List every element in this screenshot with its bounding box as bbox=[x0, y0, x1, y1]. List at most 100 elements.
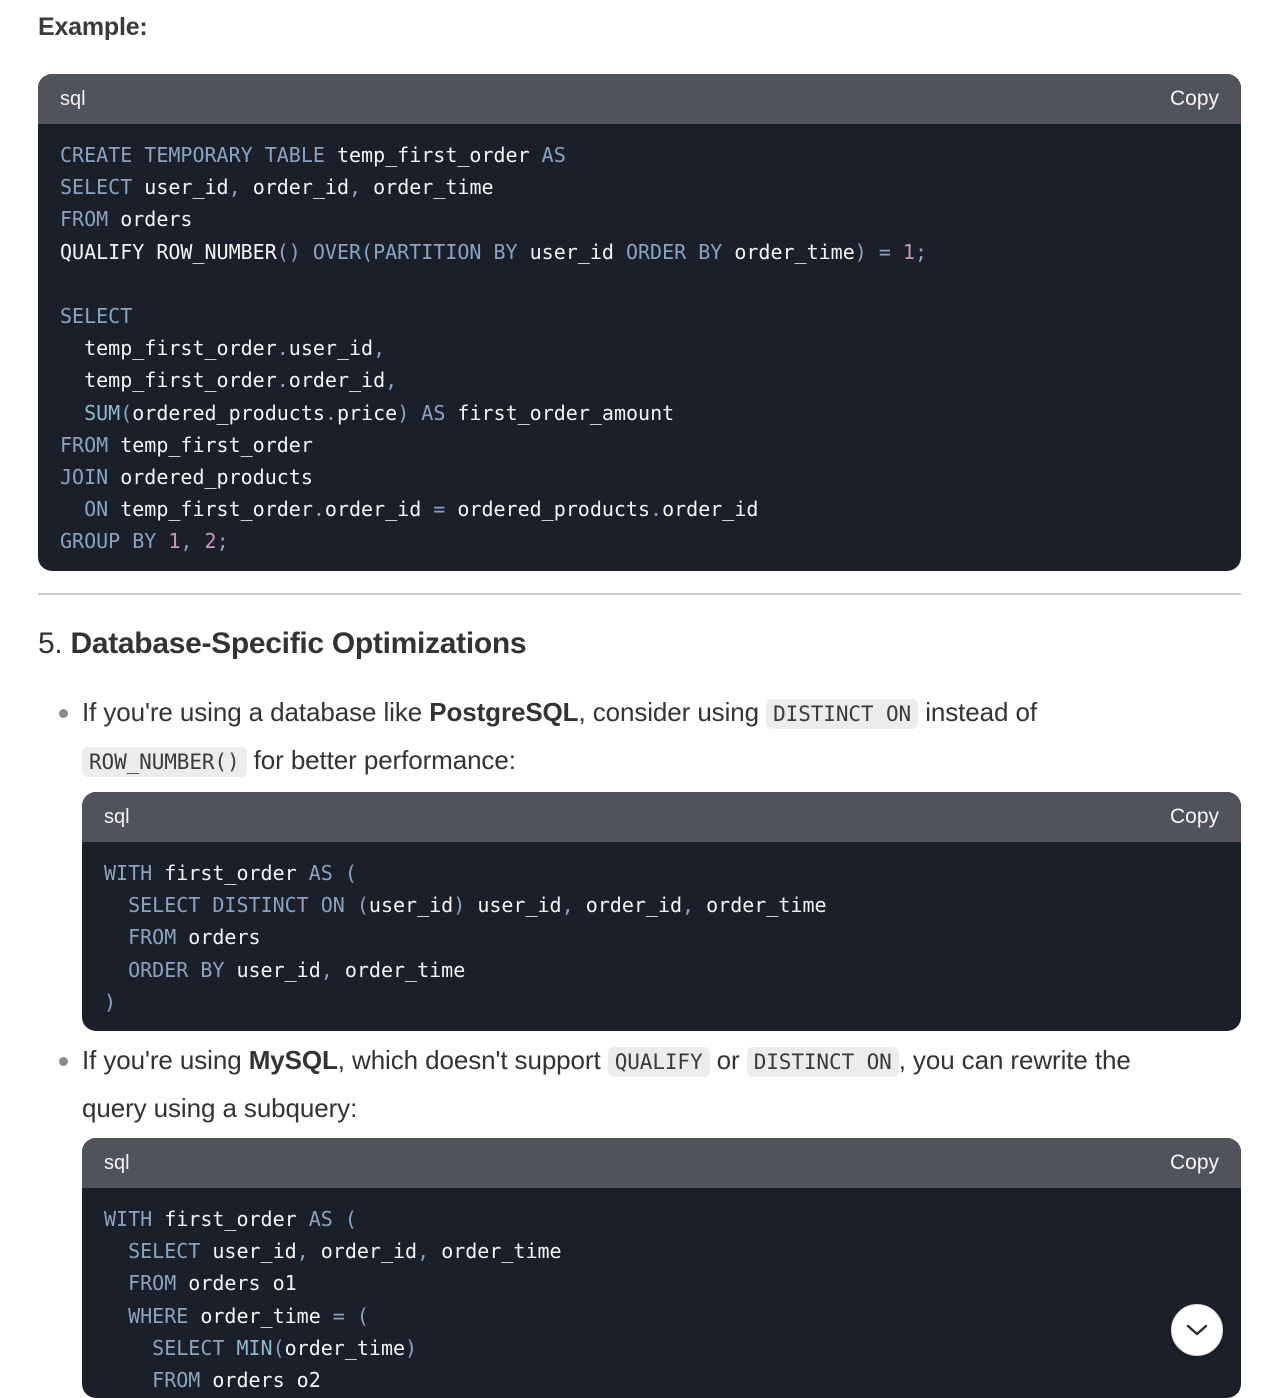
code-line: ON temp_first_order.order_id = ordered_p… bbox=[60, 493, 1219, 525]
copy-button[interactable]: Copy bbox=[1170, 1151, 1219, 1175]
code-token: ordered_products bbox=[132, 400, 325, 425]
code-token: . bbox=[650, 497, 663, 522]
code-token: user_id bbox=[368, 893, 454, 918]
code-token: first_order bbox=[164, 1207, 309, 1231]
code-token: AS bbox=[308, 861, 345, 885]
code-line: WITH first_order AS ( bbox=[104, 1203, 1219, 1235]
section-number: 5. bbox=[38, 627, 63, 660]
code-line: FROM orders o2 bbox=[104, 1364, 1219, 1396]
code-token: AS bbox=[308, 1207, 345, 1231]
code-token: OVER(PARTITION BY bbox=[312, 239, 530, 264]
code-token: temp_first_order bbox=[60, 336, 277, 361]
bullet-text: for better performance: bbox=[246, 745, 516, 775]
code-header: sql Copy bbox=[38, 74, 1241, 124]
code-token: ordered_products bbox=[120, 465, 313, 490]
code-token: , bbox=[561, 893, 586, 918]
code-content: WITH first_order AS ( SELECT DISTINCT ON… bbox=[82, 842, 1241, 1018]
code-token: FROM bbox=[60, 432, 121, 457]
code-token: . bbox=[324, 400, 337, 425]
code-language-label: sql bbox=[60, 87, 86, 110]
code-token: ; bbox=[914, 239, 928, 264]
horizontal-divider bbox=[38, 593, 1241, 595]
code-token: orders bbox=[120, 207, 193, 232]
code-token: user_id bbox=[477, 893, 562, 918]
code-token: order_time bbox=[284, 1335, 406, 1360]
code-token: ( bbox=[120, 400, 133, 425]
code-token: ( bbox=[272, 1335, 285, 1360]
code-line: ORDER BY user_id, order_time bbox=[104, 954, 1219, 986]
code-token: temp_first_order bbox=[120, 432, 313, 457]
code-token: , bbox=[228, 175, 253, 200]
code-line: SELECT DISTINCT ON (user_id) user_id, or… bbox=[104, 889, 1219, 921]
code-token: AS bbox=[541, 143, 566, 167]
code-token: CREATE TEMPORARY TABLE bbox=[60, 143, 337, 167]
code-token: ) = bbox=[854, 239, 903, 264]
code-line: FROM orders bbox=[60, 203, 1219, 235]
copy-button[interactable]: Copy bbox=[1170, 805, 1219, 829]
code-token: temp_first_order bbox=[120, 497, 313, 522]
code-token: , bbox=[296, 1239, 321, 1264]
code-line: ) bbox=[104, 986, 1219, 1018]
code-token: ( bbox=[344, 1207, 357, 1231]
code-line: SELECT bbox=[60, 300, 1219, 332]
code-token: , bbox=[417, 1239, 442, 1264]
code-token: , bbox=[682, 893, 707, 918]
code-language-label: sql bbox=[104, 1151, 130, 1174]
code-token: SELECT bbox=[60, 175, 145, 200]
code-block-subquery: sql Copy WITH first_order AS ( SELECT us… bbox=[82, 1138, 1241, 1398]
code-token: JOIN bbox=[60, 465, 121, 490]
code-token: first_order bbox=[164, 861, 309, 885]
code-token: . bbox=[276, 368, 289, 393]
code-token: user_id bbox=[212, 1239, 297, 1264]
code-token: order_id bbox=[288, 368, 386, 393]
code-token: SELECT bbox=[104, 1335, 237, 1360]
code-line: JOIN ordered_products bbox=[60, 461, 1219, 493]
code-line: temp_first_order.user_id, bbox=[60, 332, 1219, 364]
inline-code-qualify: QUALIFY bbox=[607, 1047, 710, 1077]
bullet-dot bbox=[59, 709, 68, 718]
code-token: , bbox=[349, 175, 374, 200]
code-line: SELECT user_id, order_id, order_time bbox=[104, 1235, 1219, 1267]
code-token: WITH bbox=[104, 1207, 165, 1231]
code-token: user_id bbox=[529, 239, 626, 264]
code-token: ) bbox=[104, 989, 117, 1014]
scroll-to-bottom-button[interactable] bbox=[1171, 1304, 1223, 1356]
code-token: ORDER BY bbox=[104, 957, 237, 982]
code-language-label: sql bbox=[104, 805, 130, 828]
code-token: temp_first_order bbox=[336, 143, 542, 167]
code-token: 2 bbox=[204, 529, 217, 554]
code-line: SUM(ordered_products.price) AS first_ord… bbox=[60, 397, 1219, 429]
code-token: ( bbox=[356, 893, 369, 918]
code-header: sql Copy bbox=[82, 1138, 1241, 1188]
code-token: orders o1 bbox=[188, 1271, 297, 1296]
code-line: QUALIFY ROW_NUMBER() OVER(PARTITION BY u… bbox=[60, 236, 1219, 268]
code-line: FROM orders o1 bbox=[104, 1267, 1219, 1299]
inline-code-row-number: ROW_NUMBER() bbox=[82, 747, 247, 777]
bullet-text: If you're using a database like bbox=[82, 697, 430, 727]
code-token: order_time bbox=[344, 957, 466, 982]
code-token: ( bbox=[344, 861, 357, 885]
code-token: WITH bbox=[104, 861, 165, 885]
code-token: orders bbox=[188, 925, 261, 950]
code-line: CREATE TEMPORARY TABLE temp_first_order … bbox=[60, 139, 1219, 171]
code-token: order_time bbox=[441, 1239, 562, 1264]
code-token: order_id bbox=[662, 497, 759, 522]
code-token: = bbox=[433, 497, 458, 522]
code-line: SELECT user_id, order_id, order_time bbox=[60, 171, 1219, 203]
code-token: , bbox=[320, 957, 345, 982]
code-token: ) bbox=[453, 893, 478, 918]
section-heading: 5. Database-Specific Optimizations bbox=[38, 627, 527, 661]
code-token: MIN bbox=[236, 1335, 273, 1360]
code-token: 1 bbox=[902, 239, 915, 264]
code-block-temp-table: sql Copy CREATE TEMPORARY TABLE temp_fir… bbox=[38, 74, 1241, 571]
code-token: user_id bbox=[144, 175, 229, 200]
code-token: FROM bbox=[104, 1271, 189, 1296]
code-line: WITH first_order AS ( bbox=[104, 857, 1219, 889]
copy-button[interactable]: Copy bbox=[1170, 87, 1219, 111]
code-token: user_id bbox=[288, 336, 374, 361]
code-token: SUM bbox=[60, 400, 121, 425]
bullet-dot bbox=[59, 1057, 68, 1066]
code-line: WHERE order_time = ( bbox=[104, 1300, 1219, 1332]
code-token: ; bbox=[216, 529, 229, 554]
